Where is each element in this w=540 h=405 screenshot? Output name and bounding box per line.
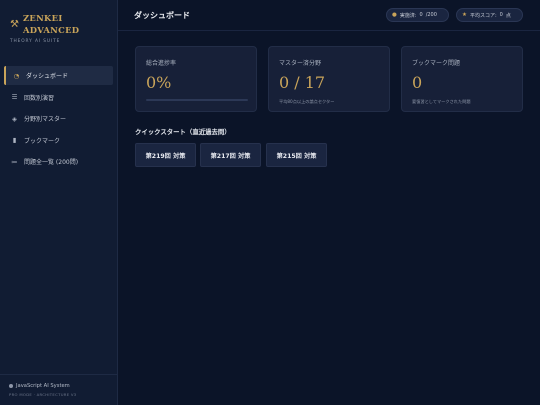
sidebar-item-label: 分野別マスター <box>24 116 67 123</box>
pickaxe-icon: ⚒ <box>10 19 19 30</box>
card-label: ブックマーク問題 <box>412 60 461 67</box>
progress-bar <box>146 99 248 101</box>
bookmarked-questions-card: ブックマーク問題 0 要復習としてマークされた問題 <box>401 46 523 112</box>
answered-label: 実施済: <box>399 12 417 19</box>
stack-icon: ☰ <box>11 93 18 101</box>
mode-label: PRO MODE · ARCHITECTURE V3 <box>9 392 77 397</box>
header: ダッシュボード ● 実施済: 0 /200 ★ 平均スコア: 0 点 <box>118 0 540 31</box>
card-label: 総合進捗率 <box>146 60 177 67</box>
card-value: 0 / 17 <box>279 73 326 92</box>
star-icon: ★ <box>462 12 467 18</box>
mastered-fields-card: マスター済分野 0 / 17 平均80点以上の論点セクター <box>268 46 390 112</box>
sidebar-item-label: 問題全一覧 (200問) <box>24 159 79 166</box>
sidebar: ⚒ ZENKEI ADVANCED THEORY AI SUITE ◔ ダッシュ… <box>0 0 118 405</box>
score-unit: 点 <box>505 12 511 19</box>
quick-start-title: クイックスタート（直近過去問） <box>135 128 231 136</box>
sidebar-footer: JavaScript AI System PRO MODE · ARCHITEC… <box>0 374 117 405</box>
sidebar-item-all-questions[interactable]: ≔ 問題全一覧 (200問) <box>4 152 113 171</box>
answered-total: /200 <box>425 12 437 18</box>
card-note: 要復習としてマークされた問題 <box>412 99 471 104</box>
answered-value: 0 <box>419 12 423 18</box>
brand-subtitle: THEORY AI SUITE <box>10 39 61 44</box>
tag-icon: ◈ <box>12 114 17 123</box>
sidebar-item-label: 回数別演習 <box>24 94 55 102</box>
page-title: ダッシュボード <box>134 11 190 20</box>
system-label: JavaScript AI System <box>9 383 117 389</box>
sidebar-item-by-field[interactable]: ◈ 分野別マスター <box>4 109 113 128</box>
quick-start-button-219[interactable]: 第219回 対策 <box>135 143 196 167</box>
card-label: マスター済分野 <box>279 60 322 67</box>
overall-progress-card: 総合進捗率 0% <box>135 46 257 112</box>
sidebar-item-by-round[interactable]: ☰ 回数別演習 <box>4 88 113 107</box>
sidebar-nav: ◔ ダッシュボード ☰ 回数別演習 ◈ 分野別マスター ▮ ブックマーク ≔ 問… <box>4 66 113 174</box>
answered-count-badge: ● 実施済: 0 /200 <box>386 8 449 22</box>
pie-chart-icon: ◔ <box>13 71 20 80</box>
sidebar-item-dashboard[interactable]: ◔ ダッシュボード <box>4 66 113 85</box>
score-value: 0 <box>499 12 503 18</box>
card-value: 0 <box>412 73 423 92</box>
quick-start-button-217[interactable]: 第217回 対策 <box>200 143 261 167</box>
system-text: JavaScript AI System <box>16 383 70 389</box>
status-dot-icon <box>9 384 13 388</box>
check-circle-icon: ● <box>392 12 397 18</box>
score-label: 平均スコア: <box>469 12 497 19</box>
average-score-badge: ★ 平均スコア: 0 点 <box>456 8 523 22</box>
brand-title: ZENKEI ADVANCED <box>23 13 80 35</box>
quick-start-button-215[interactable]: 第215回 対策 <box>266 143 327 167</box>
card-note: 平均80点以上の論点セクター <box>279 99 335 104</box>
sidebar-item-label: ブックマーク <box>24 137 61 145</box>
bookmark-icon: ▮ <box>12 136 17 144</box>
sidebar-item-bookmarks[interactable]: ▮ ブックマーク <box>4 131 113 150</box>
list-icon: ≔ <box>11 157 18 166</box>
sidebar-item-label: ダッシュボード <box>26 73 69 80</box>
card-value: 0% <box>146 73 172 92</box>
